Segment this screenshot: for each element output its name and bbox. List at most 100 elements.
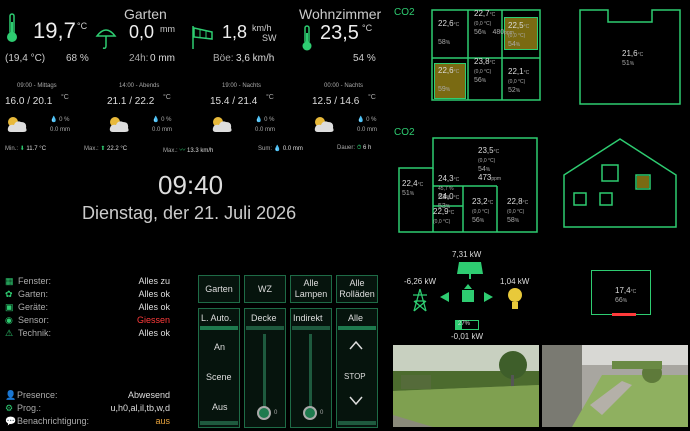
summary-max: Max.: ⬆ 22.2 °C <box>84 146 128 152</box>
summary-wind-max: Max.: 〰 13.3 km/h <box>163 148 214 154</box>
house-front-outline <box>560 135 680 231</box>
grid-power[interactable]: -6,26 kW <box>404 277 436 286</box>
status-label: Geräte: <box>18 302 49 312</box>
thermometer-icon <box>5 12 19 44</box>
forecast-time: 19:00 - Nachts <box>222 83 262 89</box>
power-pylon-icon <box>410 288 430 312</box>
presence-value: Abwesend <box>127 390 170 400</box>
camera-garden-view[interactable] <box>393 345 539 427</box>
gear-icon: ⚙ <box>5 403 14 413</box>
indoor-temperature-unit: °C <box>362 23 373 33</box>
forecast-rain-percent: 💧 0 % <box>255 117 275 123</box>
room-readout[interactable]: 23,5°C (0,0 °C) 54% 473ppm <box>478 147 501 183</box>
indirekt-slider-handle[interactable] <box>303 406 317 420</box>
notification-label: Benachrichtigung: <box>17 416 90 426</box>
indirekt-bar <box>292 326 330 330</box>
freezer-alert-bar <box>612 313 636 316</box>
decke-bar <box>246 326 284 330</box>
outdoor-humidity: 68 % <box>66 53 89 64</box>
outdoor-feels-like: (19,4 °C) <box>5 53 46 64</box>
decke-slider-track[interactable] <box>263 334 266 414</box>
button-garten[interactable]: Garten <box>198 275 240 303</box>
button-wz[interactable]: WZ <box>244 275 286 303</box>
room-readout[interactable]: 22,8°C (0,0 °C) 58% <box>507 198 528 225</box>
status-value[interactable]: Alles zu <box>110 276 170 286</box>
garden-title: Garten <box>124 6 167 22</box>
forecast-temp-unit: °C <box>266 94 274 101</box>
forecast-rain-percent: 💧 0 % <box>50 117 70 123</box>
shutter-stop-button[interactable]: STOP <box>344 372 366 381</box>
battery-percent: 27% <box>458 321 471 327</box>
arrow-right-icon <box>483 292 493 302</box>
partly-cloudy-icon <box>210 114 234 134</box>
gust-value: 3,6 km/h <box>236 53 275 64</box>
room-readout[interactable]: 23,8°C (0,0 °C) 56% <box>474 58 495 85</box>
room-readout[interactable]: 22,1°C (0,0 °C) 52% <box>508 68 529 95</box>
plant-icon: ✿ <box>5 289 13 299</box>
person-icon: 👤 <box>5 390 17 400</box>
wind-speed: 1,8 <box>222 22 248 42</box>
sensor-icon: ◉ <box>5 315 13 325</box>
summary-min: Min.: ⬇ 11.7 °C <box>5 146 47 152</box>
room-readout[interactable]: 22,6°C 59% <box>438 67 459 94</box>
light-auto-bottom-bar <box>200 421 238 425</box>
battery-power[interactable]: -0,01 kW <box>451 332 483 341</box>
forecast-time: 00:00 - Nachts <box>324 83 364 89</box>
outdoor-temperature-unit: °C <box>77 21 88 31</box>
light-auto-off-button[interactable]: Aus <box>212 402 228 412</box>
forecast-rain-mm: 0.0 mm <box>357 127 378 133</box>
light-auto-scene-button[interactable]: Scene <box>206 372 232 382</box>
attic-room-readout[interactable]: 21,6°C 51% <box>622 50 643 68</box>
forecast-time: 14:00 - Abends <box>119 83 160 89</box>
status-value[interactable]: Alles ok <box>110 289 170 299</box>
solar-power[interactable]: 7,31 kW <box>452 250 481 259</box>
notification-value[interactable]: aus <box>120 416 170 426</box>
forecast-time: 09:00 - Mittags <box>17 83 57 89</box>
solar-panel-icon <box>455 260 485 280</box>
arrow-left-icon <box>440 292 450 302</box>
button-alle-lampen[interactable]: Alle Lampen <box>290 275 332 303</box>
forecast-temp-unit: °C <box>61 94 69 101</box>
wind-unit: km/h <box>252 23 272 33</box>
chevron-down-icon[interactable] <box>349 396 363 406</box>
presence-label: Presence: <box>17 390 58 400</box>
forecast-temp: 16.0 / 20.1 <box>5 96 53 107</box>
forecast-rain-mm: 0.0 mm <box>50 127 71 133</box>
status-label: Fenster: <box>18 276 52 286</box>
gust-label: Böe: <box>213 53 234 64</box>
rain-24h: 0 mm <box>150 53 175 64</box>
chevron-up-icon[interactable] <box>349 340 363 350</box>
consumption-power[interactable]: 1,04 kW <box>500 277 529 286</box>
status-value[interactable]: Giessen <box>110 315 170 325</box>
windsock-icon <box>190 24 216 50</box>
room-readout[interactable]: 22,9°C (0,0 °C) <box>433 208 454 226</box>
decke-title: Decke <box>251 313 277 323</box>
forecast-temp: 12.5 / 14.6 <box>312 96 360 107</box>
partly-cloudy-icon <box>312 114 336 134</box>
light-auto-bar <box>200 326 238 330</box>
indirekt-slider-track[interactable] <box>309 334 312 414</box>
status-value[interactable]: Alles ok <box>110 302 170 312</box>
co2-label-top[interactable]: CO2 <box>394 7 415 18</box>
indoor-temperature: 23,5 <box>320 22 359 44</box>
decke-value: 0 <box>274 410 278 416</box>
forecast-rain-percent: 💧 0 % <box>152 117 172 123</box>
warning-icon: ⚠ <box>5 328 14 338</box>
camera-yard-view[interactable] <box>542 345 688 427</box>
forecast-rain-mm: 0.0 mm <box>152 127 173 133</box>
room-readout[interactable]: 22,4°C 51% <box>402 180 423 198</box>
room-readout[interactable]: 22,5°C (0,0 °C) 54% <box>508 22 529 49</box>
lightbulb-icon <box>507 287 523 311</box>
clock-date: Dienstag, der 21. Juli 2026 <box>82 203 297 223</box>
light-auto-on-button[interactable]: An <box>214 342 225 352</box>
summary-duration: Dauer: ⏱ 6 h <box>337 145 372 151</box>
energy-hub-icon <box>456 284 480 308</box>
umbrella-icon <box>95 24 117 50</box>
outdoor-temperature: 19,7 <box>33 18 76 43</box>
status-value[interactable]: Alles ok <box>110 328 170 338</box>
decke-slider-handle[interactable] <box>257 406 271 420</box>
room-readout[interactable]: 23,2°C (0,0 °C) 56% <box>472 198 493 225</box>
room-readout[interactable]: 22,6°C 58% <box>438 20 459 47</box>
alle-title: Alle <box>348 313 364 323</box>
button-alle-rollaeden[interactable]: Alle Rolläden <box>336 275 378 303</box>
